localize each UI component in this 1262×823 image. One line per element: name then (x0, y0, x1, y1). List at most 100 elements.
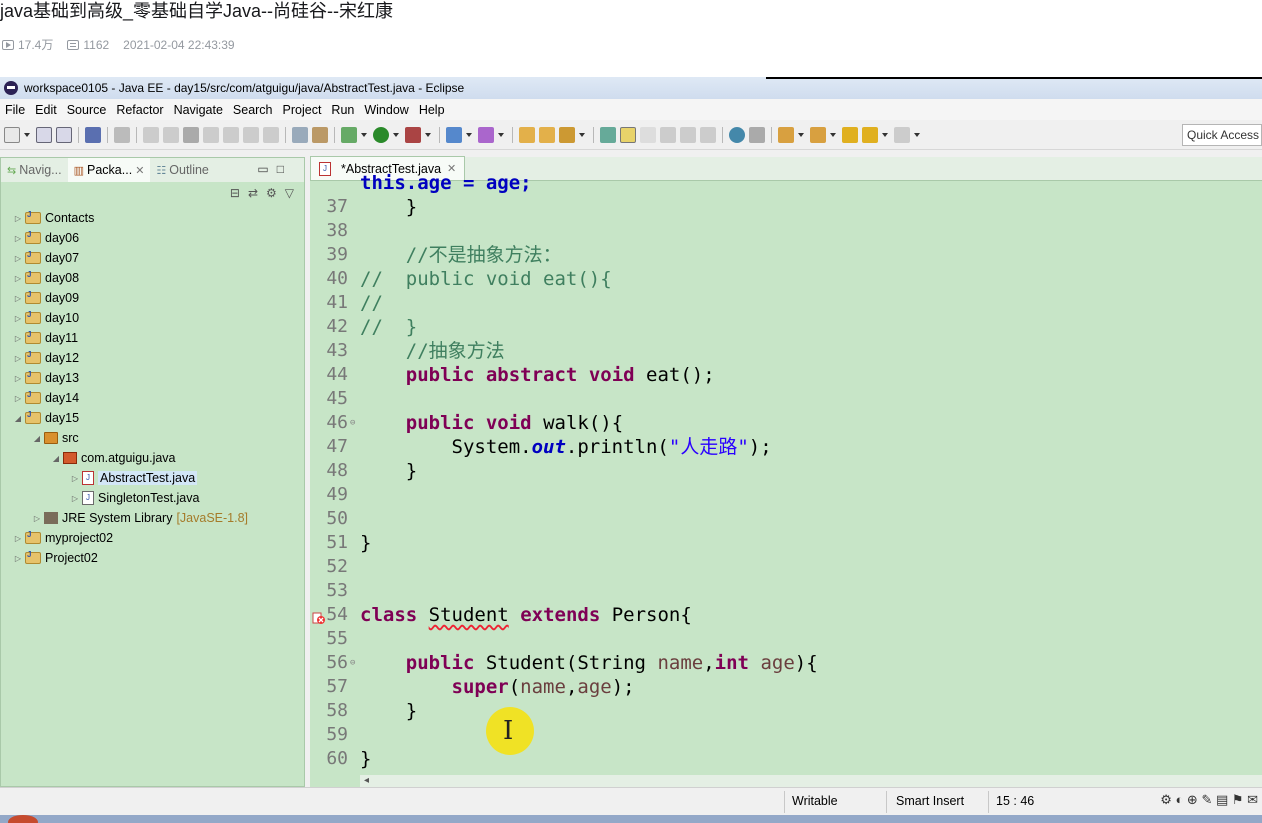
new-class-icon[interactable] (478, 126, 494, 143)
open-resource-icon[interactable] (539, 126, 555, 143)
menu-item-navigate[interactable]: Navigate (169, 103, 228, 117)
show-whitespace-icon[interactable] (680, 126, 696, 143)
tree-item[interactable]: ▷ J SingletonTest.java (1, 488, 304, 508)
tree-item[interactable]: ▷ JRE System Library [JavaSE-1.8] (1, 508, 304, 528)
save-icon[interactable] (36, 126, 52, 143)
tree-item[interactable]: ▷ Project02 (1, 548, 304, 568)
tree-item[interactable]: ◢ src (1, 428, 304, 448)
collapsed-arrow-icon[interactable]: ▷ (13, 334, 23, 343)
run-icon[interactable] (373, 126, 389, 143)
forward-icon[interactable] (894, 126, 910, 143)
menu-item-edit[interactable]: Edit (30, 103, 62, 117)
step-over-icon[interactable] (243, 126, 259, 143)
debug-icon[interactable] (341, 126, 357, 143)
menu-item-file[interactable]: File (0, 103, 30, 117)
collapse-all-icon[interactable]: ⊟ (230, 186, 240, 200)
menu-item-help[interactable]: Help (414, 103, 450, 117)
dropdown-icon[interactable] (393, 132, 399, 137)
tab-package-explorer[interactable]: ▥ Packa... ✕ (67, 158, 151, 182)
menu-item-refactor[interactable]: Refactor (111, 103, 168, 117)
collapsed-arrow-icon[interactable]: ▷ (13, 394, 23, 403)
external-tools-icon[interactable] (405, 126, 421, 143)
dropdown-icon[interactable] (798, 132, 804, 137)
suspend-icon[interactable] (163, 126, 179, 143)
skip-breakpoints-icon[interactable] (114, 126, 130, 143)
tree-item[interactable]: ◢ com.atguigu.java (1, 448, 304, 468)
expanded-arrow-icon[interactable]: ◢ (32, 434, 42, 443)
search-icon[interactable] (559, 126, 575, 143)
previous-annotation-icon[interactable] (810, 126, 826, 143)
collapsed-arrow-icon[interactable]: ▷ (70, 474, 80, 483)
mark-occurrences-icon[interactable] (620, 126, 636, 143)
start-button-icon[interactable] (8, 815, 38, 823)
globe-icon[interactable] (729, 126, 745, 143)
dropdown-icon[interactable] (914, 132, 920, 137)
minimize-maximize-icons[interactable]: ▭□ (257, 162, 292, 176)
pilcrow-icon[interactable] (700, 126, 716, 143)
terminate-icon[interactable] (183, 126, 199, 143)
tree-item[interactable]: ▷ J AbstractTest.java (1, 468, 304, 488)
word-wrap-icon[interactable] (640, 126, 656, 143)
tree-item[interactable]: ▷ day07 (1, 248, 304, 268)
tree-item[interactable]: ▷ day06 (1, 228, 304, 248)
collapsed-arrow-icon[interactable]: ▷ (13, 234, 23, 243)
tree-item[interactable]: ▷ day08 (1, 268, 304, 288)
tree-item[interactable]: ▷ day13 (1, 368, 304, 388)
collapsed-arrow-icon[interactable]: ▷ (13, 294, 23, 303)
step-into-icon[interactable] (223, 126, 239, 143)
save-all-icon[interactable] (56, 126, 72, 143)
menu-item-source[interactable]: Source (62, 103, 112, 117)
collapsed-arrow-icon[interactable]: ▷ (13, 214, 23, 223)
collapsed-arrow-icon[interactable]: ▷ (13, 314, 23, 323)
close-icon[interactable]: ✕ (135, 164, 144, 177)
tree-item[interactable]: ▷ day11 (1, 328, 304, 348)
open-type-icon[interactable] (519, 126, 535, 143)
system-tray-icons[interactable]: ⚙ ◐ ⊕ ✎ ▤ ⚑ ✉ (1160, 792, 1258, 808)
tree-item[interactable]: ▷ day14 (1, 388, 304, 408)
tree-item[interactable]: ▷ day09 (1, 288, 304, 308)
menu-item-search[interactable]: Search (228, 103, 278, 117)
view-menu-icon[interactable]: ▽ (285, 186, 294, 200)
horizontal-scrollbar[interactable]: ◂ (360, 775, 1262, 787)
link-with-editor-icon[interactable]: ⇄ (248, 186, 258, 200)
menu-item-run[interactable]: Run (326, 103, 359, 117)
fold-toggle-icon[interactable]: ⊖ (350, 411, 360, 435)
dropdown-icon[interactable] (425, 132, 431, 137)
tree-item[interactable]: ▷ day12 (1, 348, 304, 368)
collapsed-arrow-icon[interactable]: ▷ (13, 534, 23, 543)
filters-icon[interactable]: ⚙ (266, 186, 277, 200)
tab-outline[interactable]: ☷ Outline (150, 163, 214, 177)
menu-item-window[interactable]: Window (359, 103, 413, 117)
dropdown-icon[interactable] (466, 132, 472, 137)
resume-icon[interactable] (143, 126, 159, 143)
collapsed-arrow-icon[interactable]: ▷ (13, 254, 23, 263)
console-icon[interactable] (85, 126, 101, 143)
quick-access-field[interactable]: Quick Access (1182, 124, 1262, 146)
last-edit-icon[interactable] (842, 126, 858, 143)
fold-toggle-icon[interactable]: ⊖ (350, 651, 360, 675)
collapsed-arrow-icon[interactable]: ▷ (70, 494, 80, 503)
new-server-icon[interactable] (446, 126, 462, 143)
build-icon[interactable] (312, 126, 328, 143)
dropdown-icon[interactable] (361, 132, 367, 137)
pin-icon[interactable] (749, 126, 765, 143)
expanded-arrow-icon[interactable]: ◢ (13, 414, 23, 423)
dropdown-icon[interactable] (24, 132, 30, 137)
console-view-icon[interactable] (292, 126, 308, 143)
step-return-icon[interactable] (263, 126, 279, 143)
collapsed-arrow-icon[interactable]: ▷ (13, 374, 23, 383)
next-annotation-icon[interactable] (778, 126, 794, 143)
tree-item[interactable]: ▷ myproject02 (1, 528, 304, 548)
dropdown-icon[interactable] (882, 132, 888, 137)
menu-item-project[interactable]: Project (278, 103, 327, 117)
collapsed-arrow-icon[interactable]: ▷ (13, 554, 23, 563)
tree-item[interactable]: ▷ day10 (1, 308, 304, 328)
dropdown-icon[interactable] (579, 132, 585, 137)
toggle-annotation-icon[interactable] (600, 126, 616, 143)
dropdown-icon[interactable] (830, 132, 836, 137)
dropdown-icon[interactable] (498, 132, 504, 137)
back-icon[interactable] (862, 126, 878, 143)
expanded-arrow-icon[interactable]: ◢ (51, 454, 61, 463)
disconnect-icon[interactable] (203, 126, 219, 143)
tree-item[interactable]: ▷ Contacts (1, 208, 304, 228)
